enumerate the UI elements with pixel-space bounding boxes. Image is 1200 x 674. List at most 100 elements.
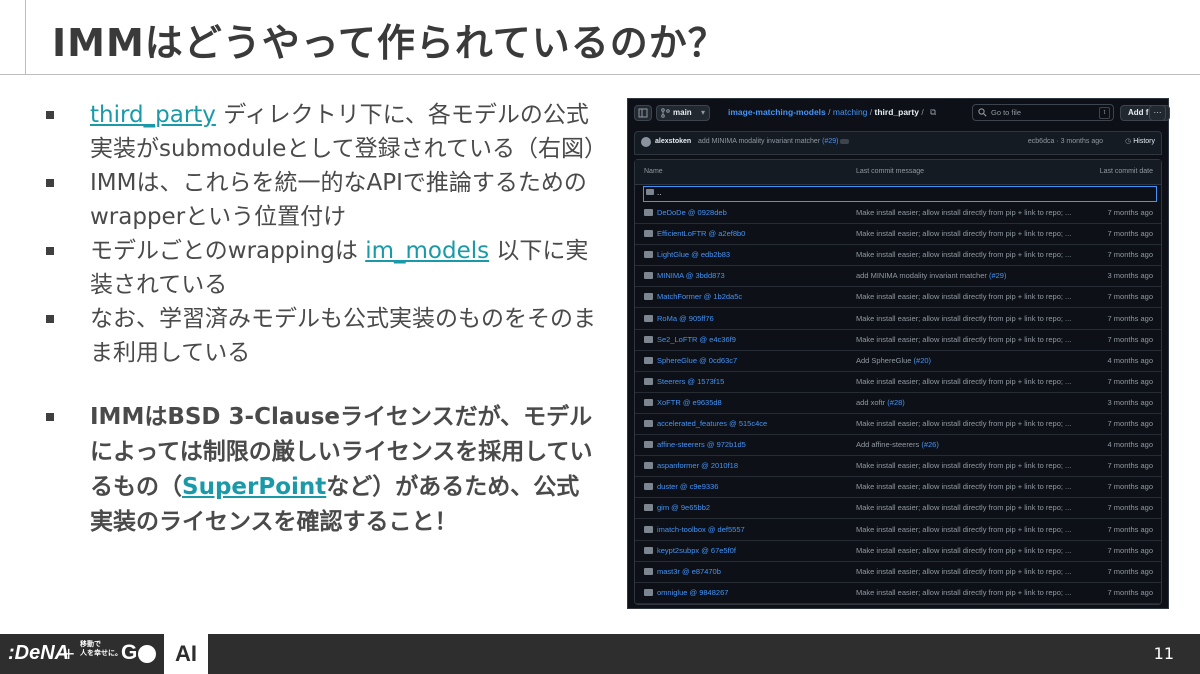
table-row[interactable]: duster @ c9e9336 Make install easier; all…: [635, 476, 1161, 499]
table-row[interactable]: gim @ 9e65bb2 Make install easier; allow …: [635, 497, 1161, 520]
matching-link[interactable]: matching: [833, 107, 868, 117]
submodule-link[interactable]: LightGlue @ edb2b83: [657, 244, 730, 265]
submodule-folder-icon: [644, 462, 653, 470]
commit-date: 7 months ago: [1107, 376, 1153, 386]
table-row[interactable]: RoMa @ 905ff76 Make install easier; allow…: [635, 308, 1161, 330]
submodule-link[interactable]: duster @ c9e9336: [657, 476, 718, 497]
commit-message-text: Add affine-steerers: [856, 440, 922, 450]
commit-message[interactable]: Add affine-steerers (#26): [856, 434, 939, 455]
submodule-link[interactable]: DeDoDe @ 0928deb: [657, 202, 727, 223]
go-tagline-line1: 移動で: [80, 640, 101, 648]
submodule-link[interactable]: RoMa @ 905ff76: [657, 308, 714, 329]
submodule-link[interactable]: keypt2subpx @ 67e5f0f: [657, 540, 736, 561]
submodule-link[interactable]: SphereGlue @ 0cd63c7: [657, 350, 737, 371]
table-row[interactable]: mast3r @ e87470b Make install easier; all…: [635, 561, 1161, 583]
commit-message[interactable]: Make install easier; allow install direc…: [856, 413, 1071, 434]
submodule-link[interactable]: affine-steerers @ 972b1d5: [657, 434, 746, 455]
commit-message-text: Make install easier; allow install direc…: [856, 482, 1072, 492]
table-row[interactable]: omniglue @ 9848267 Make install easier; a…: [635, 582, 1161, 604]
table-row[interactable]: SphereGlue @ 0cd63c7 Add SphereGlue (#20)…: [635, 350, 1161, 372]
commit-message[interactable]: Make install easier; allow install direc…: [856, 476, 1071, 497]
footer-bar: :DeNA + 移動で 人を幸せに。 G AI 11: [0, 634, 1200, 674]
go-to-file-input[interactable]: Go to file t: [972, 104, 1114, 121]
commit-author[interactable]: alexstoken: [655, 132, 691, 152]
table-row[interactable]: Steerers @ 1573f15 Make install easier; a…: [635, 371, 1161, 393]
bullet-text: IMMは、これらを統一的なAPIで推論するためのwrapperという位置付け: [90, 170, 587, 230]
superpoint-link[interactable]: SuperPoint: [182, 474, 326, 500]
table-row[interactable]: Se2_LoFTR @ e4c36f9 Make install easier; …: [635, 329, 1161, 351]
repo-link[interactable]: image-matching-models: [728, 107, 826, 117]
commit-message[interactable]: Make install easier; allow install direc…: [856, 497, 1071, 518]
table-row[interactable]: accelerated_features @ 515c4ce Make insta…: [635, 413, 1161, 435]
submodule-link[interactable]: EfficientLoFTR @ a2ef8b0: [657, 223, 745, 244]
commit-message[interactable]: Make install easier; allow install direc…: [856, 519, 1071, 540]
table-row[interactable]: XoFTR @ e9635d8 add xoftr (#28) 3 months a…: [635, 392, 1161, 414]
commit-pr-link[interactable]: (#29): [989, 271, 1007, 280]
submodule-link[interactable]: Steerers @ 1573f15: [657, 371, 724, 392]
commit-message-text: Make install easier; allow install direc…: [856, 313, 1072, 323]
parent-directory-row[interactable]: ..: [643, 186, 1157, 202]
history-button[interactable]: ◷ History: [1125, 132, 1155, 152]
commit-message-text: Make install easier; allow install direc…: [856, 376, 1072, 386]
table-row[interactable]: LightGlue @ edb2b83 Make install easier; …: [635, 244, 1161, 267]
commit-pr-link[interactable]: (#26): [921, 440, 939, 449]
commit-hash[interactable]: ecb6dca · 3 months ago: [1028, 132, 1103, 152]
commit-message[interactable]: Make install easier; allow install direc…: [856, 329, 1071, 350]
commit-message[interactable]: add MINIMA modality invariant matcher (#…: [856, 265, 1006, 286]
submodule-link[interactable]: imatch-toolbox @ def5557: [657, 519, 745, 540]
commit-message[interactable]: Add SphereGlue (#20): [856, 350, 931, 371]
commit-message[interactable]: Make install easier; allow install direc…: [856, 371, 1071, 392]
commit-message[interactable]: Make install easier; allow install direc…: [856, 223, 1071, 244]
submodule-link[interactable]: aspanformer @ 2010f18: [657, 455, 738, 476]
im-models-link[interactable]: im_models: [365, 238, 489, 264]
submodule-link[interactable]: accelerated_features @ 515c4ce: [657, 413, 767, 434]
commit-message-text: Make install easier; allow install direc…: [856, 334, 1072, 344]
go-tagline-line2: 人を幸せに。: [80, 649, 122, 657]
copy-icon[interactable]: ⧉: [930, 107, 936, 117]
commit-message[interactable]: add MINIMA modality invariant matcher (#…: [698, 132, 850, 152]
table-row[interactable]: imatch-toolbox @ def5557 Make install eas…: [635, 519, 1161, 541]
submodule-link[interactable]: Se2_LoFTR @ e4c36f9: [657, 329, 736, 350]
third-party-link[interactable]: third_party: [90, 102, 216, 128]
commit-message-text: add MINIMA modality invariant matcher: [856, 271, 989, 281]
table-row[interactable]: affine-steerers @ 972b1d5 Add affine-stee…: [635, 434, 1161, 457]
submodule-link[interactable]: gim @ 9e65bb2: [657, 497, 710, 518]
sidebar-toggle-button[interactable]: [634, 105, 652, 121]
commit-date: 7 months ago: [1107, 461, 1153, 471]
table-row[interactable]: DeDoDe @ 0928deb Make install easier; all…: [635, 202, 1161, 224]
commit-message[interactable]: Make install easier; allow install direc…: [856, 202, 1071, 223]
go-logo: G: [121, 641, 138, 664]
bullet-pretrained: なお、学習済みモデルも公式実装のものをそのまま利用している: [40, 302, 600, 370]
dena-logo: :DeNA: [8, 642, 70, 664]
submodule-link[interactable]: mast3r @ e87470b: [657, 561, 721, 582]
commit-message[interactable]: Make install easier; allow install direc…: [856, 308, 1071, 329]
branch-select[interactable]: main ▾: [656, 105, 710, 121]
table-row[interactable]: MINIMA @ 3bdd873 add MINIMA modality inva…: [635, 265, 1161, 288]
commit-date: 4 months ago: [1107, 440, 1153, 450]
commit-message[interactable]: Make install easier; allow install direc…: [856, 582, 1071, 603]
submodule-folder-icon: [644, 230, 653, 238]
commit-message[interactable]: Make install easier; allow install direc…: [856, 286, 1071, 307]
table-row[interactable]: MatchFormer @ 1b2da5c Make install easier…: [635, 286, 1161, 309]
commit-message[interactable]: Make install easier; allow install direc…: [856, 540, 1071, 561]
submodule-link[interactable]: MatchFormer @ 1b2da5c: [657, 286, 742, 307]
commit-message[interactable]: Make install easier; allow install direc…: [856, 244, 1071, 265]
more-options-button[interactable]: ···: [1149, 105, 1166, 121]
table-row[interactable]: EfficientLoFTR @ a2ef8b0 Make install eas…: [635, 223, 1161, 246]
expand-icon[interactable]: [840, 138, 850, 144]
commit-pr-link[interactable]: (#28): [887, 398, 905, 407]
submodule-link[interactable]: MINIMA @ 3bdd873: [657, 265, 725, 286]
commit-message[interactable]: Make install easier; allow install direc…: [856, 455, 1071, 476]
submodule-link[interactable]: XoFTR @ e9635d8: [657, 392, 722, 413]
commit-message[interactable]: add xoftr (#28): [856, 392, 905, 413]
bullet-marker: [46, 111, 54, 119]
folder-icon: [646, 189, 654, 195]
submodule-link[interactable]: omniglue @ 9848267: [657, 582, 728, 603]
table-row[interactable]: keypt2subpx @ 67e5f0f Make install easier…: [635, 540, 1161, 562]
commit-message[interactable]: Make install easier; allow install direc…: [856, 561, 1071, 582]
commit-pr-link[interactable]: (#29): [822, 138, 838, 145]
commit-date: 7 months ago: [1107, 503, 1153, 513]
table-row[interactable]: aspanformer @ 2010f18 Make install easier…: [635, 455, 1161, 478]
commit-date: 4 months ago: [1107, 355, 1153, 365]
commit-pr-link[interactable]: (#20): [914, 356, 932, 365]
